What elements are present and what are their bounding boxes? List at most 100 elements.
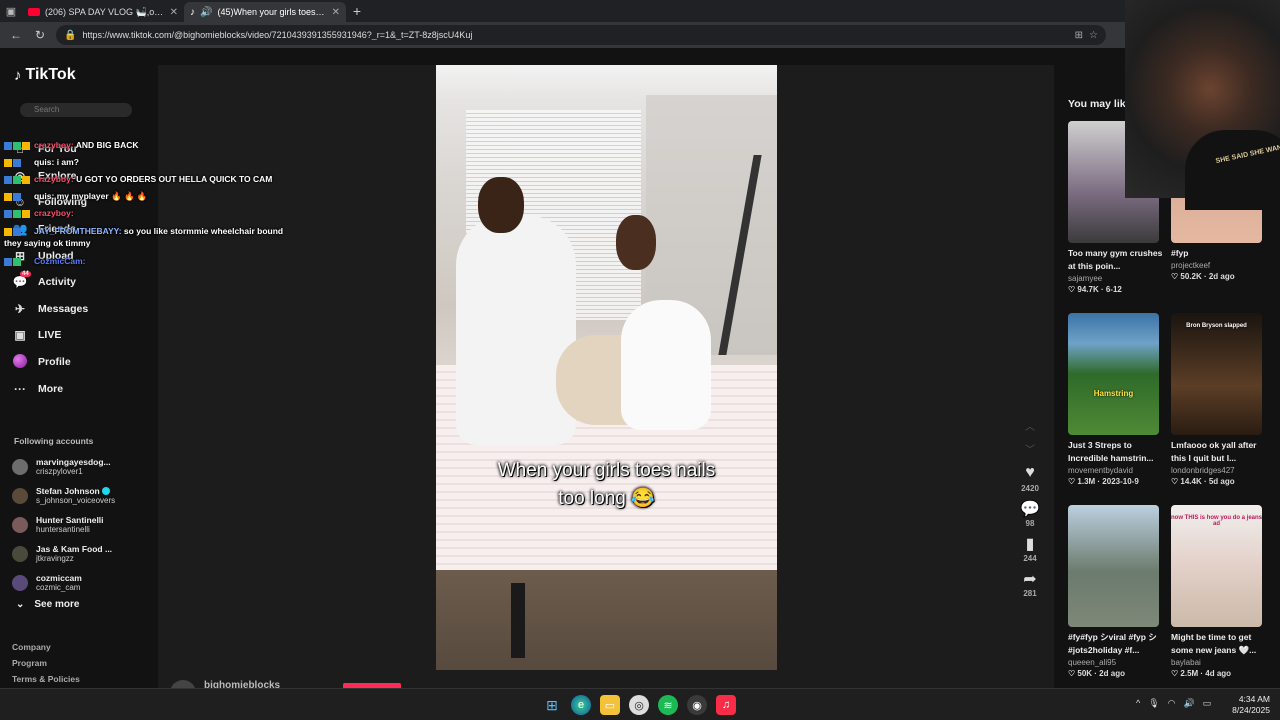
spotify-icon[interactable]: ≋ <box>658 695 678 715</box>
chevron-up-icon[interactable]: ^ <box>1136 698 1140 709</box>
chevron-up-icon[interactable]: ︿ <box>1025 418 1035 433</box>
chat-badge-icon <box>4 226 34 236</box>
new-tab-button[interactable]: + <box>346 3 368 19</box>
list-item[interactable]: Hunter Santinelli huntersantinelli <box>12 510 115 539</box>
sidebar-item-live[interactable]: ▣ LIVE <box>12 322 88 349</box>
share-count: 281 <box>1023 589 1037 598</box>
sidebar-item-profile[interactable]: Profile <box>12 349 88 376</box>
account-name: Stefan Johnson <box>36 486 115 496</box>
list-item[interactable]: marvingayesdog... criszpylover1 <box>12 452 115 481</box>
caption-line: When your girls toes nails <box>497 460 716 481</box>
taskbar-clock[interactable]: 4:34 AM 8/24/2025 <box>1228 694 1270 716</box>
taskbar-apps: ⊞ e ▭ ◎ ≋ ◉ ♫ <box>542 695 736 715</box>
list-item[interactable]: Stefan Johnson s_johnson_voiceovers <box>12 481 115 510</box>
chat-message: crazyboy: <box>4 208 74 218</box>
account-name: cozmiccam <box>36 572 82 583</box>
obs-icon[interactable]: ◉ <box>687 695 707 715</box>
card-title: Too many gym crushes at this poin... <box>1068 248 1163 271</box>
account-username: cozmic_cam <box>36 582 81 592</box>
sidebar-item-messages[interactable]: ✈ Messages <box>12 296 88 323</box>
like-button[interactable]: ♥ 2420 <box>1021 464 1039 493</box>
chat-text: i am? <box>56 157 79 167</box>
list-item[interactable]: cozmiccam cozmic_cam <box>12 568 115 597</box>
save-button[interactable]: ▮ 244 <box>1023 534 1036 563</box>
webcam-shirt: SHE SAID SHE WANT A <box>1185 130 1280 210</box>
like-count: 2420 <box>1021 484 1039 493</box>
avatar <box>12 487 28 504</box>
sidebar-footer: Company Program Terms & Policies <box>12 639 80 687</box>
video-frame-head-left <box>478 177 524 233</box>
avatar <box>12 458 28 475</box>
sidebar-item-activity[interactable]: 💬 44 Activity <box>12 269 88 296</box>
chat-message: crazyboy: AND BIG BACK <box>4 140 139 150</box>
rail-title: You may like <box>1068 98 1132 110</box>
tiktok-logo-icon: ♪ <box>14 66 22 84</box>
reload-icon[interactable]: ↻ <box>32 28 48 42</box>
account-username: huntersantinelli <box>36 524 90 534</box>
tiktok-page: ♪ TikTok Search ⌂ For You ◎ Explore ☺ Fo… <box>0 0 1280 706</box>
comment-button[interactable]: 💬 98 <box>1020 499 1040 528</box>
video-player[interactable]: When your girls toes nails too long 😂 <box>436 65 777 670</box>
chat-text: U GOT YO ORDERS OUT HELLA QUICK TO CAM <box>76 174 273 184</box>
volume-icon[interactable]: 🔊 <box>1184 698 1195 709</box>
account-username: criszpylover1 <box>36 466 83 476</box>
video-card[interactable]: Hamstring Just 3 Streps to Incredible ha… <box>1068 313 1160 486</box>
microphone-icon[interactable]: 🎙 <box>1148 698 1159 709</box>
app-icon[interactable]: ◎ <box>629 695 649 715</box>
chat-message: quis: my myplayer 🔥 🔥 🔥 <box>4 191 148 202</box>
following-accounts-header: Following accounts <box>14 436 94 446</box>
bookmark-star-icon[interactable]: ☆ <box>1089 30 1098 41</box>
footer-link-company[interactable]: Company <box>12 639 80 655</box>
system-tray: ^ 🎙 ◠ 🔊 ▭ <box>1136 698 1211 709</box>
card-username: sajamyee <box>1068 274 1103 283</box>
chevron-down-icon: ⌄ <box>16 599 25 610</box>
card-username: londonbridges427 <box>1171 466 1235 475</box>
speaker-icon[interactable]: 🔊 <box>200 7 212 18</box>
verified-icon <box>102 487 111 496</box>
close-icon[interactable]: ✕ <box>170 7 178 18</box>
browser-tab-youtube[interactable]: (206) SPA DAY VLOG 🛀🏽,on the L ✕ <box>22 2 184 22</box>
shirt-print: SHE SAID SHE WANT A <box>1215 142 1280 166</box>
card-title: #fy#fyp シviral #fyp シ#jots2holiday #f... <box>1068 632 1157 655</box>
video-thumbnail: Hamstring <box>1068 313 1159 435</box>
share-button[interactable]: ➦ 281 <box>1023 569 1036 598</box>
sidebar-item-more[interactable]: ··· More <box>12 375 88 402</box>
browser-tab-tiktok[interactable]: ♪ 🔊 (45)When your girls toes nails ✕ <box>184 2 346 22</box>
tiktok-logo[interactable]: ♪ TikTok <box>14 66 76 84</box>
chat-username: CozmicCam: <box>34 256 86 266</box>
battery-icon[interactable]: ▭ <box>1203 698 1212 709</box>
music-app-icon[interactable]: ♫ <box>716 695 736 715</box>
chat-username: crazyboy: <box>34 140 74 150</box>
list-item[interactable]: Jas & Kam Food ... jtkravingzz <box>12 539 115 568</box>
video-frame-person-right <box>621 300 711 430</box>
account-name-text: Stefan Johnson <box>36 485 100 496</box>
wifi-icon[interactable]: ◠ <box>1168 698 1176 709</box>
video-frame-head-right <box>616 215 656 270</box>
chat-badge-icon <box>4 208 34 218</box>
edge-icon[interactable]: e <box>571 695 591 715</box>
card-title: Just 3 Streps to Incredible hamstrin... <box>1068 440 1154 463</box>
search-input[interactable]: Search <box>20 103 132 117</box>
lock-icon[interactable]: 🔒 <box>64 30 76 41</box>
back-icon[interactable]: ← <box>8 28 24 42</box>
app-install-icon[interactable]: ⊞ <box>1075 30 1083 41</box>
url-field[interactable]: 🔒 https://www.tiktok.com/@bighomieblocks… <box>56 25 1106 45</box>
activity-badge: 44 <box>20 270 31 277</box>
see-more-button[interactable]: ⌄ See more <box>16 599 79 610</box>
windows-start-icon[interactable]: ⊞ <box>542 695 562 715</box>
close-icon[interactable]: ✕ <box>332 7 340 18</box>
video-card[interactable]: #fy#fyp シviral #fyp シ#jots2holiday #f...… <box>1068 505 1160 678</box>
messages-icon: ✈ <box>14 301 26 316</box>
live-icon: ▣ <box>14 328 26 343</box>
video-card[interactable]: Bron Bryson slapped Lmfaooo ok yall afte… <box>1171 313 1263 486</box>
card-meta: ♡ 50K · 2d ago <box>1068 669 1125 678</box>
chat-username: quis: <box>34 157 55 167</box>
thumbnail-text: Hamstring <box>1093 389 1134 398</box>
video-card[interactable]: now THIS is how you do a jeans ad Might … <box>1171 505 1263 678</box>
tab-actions-icon[interactable]: ▣ <box>0 0 22 22</box>
see-more-label: See more <box>34 599 80 610</box>
file-explorer-icon[interactable]: ▭ <box>600 695 620 715</box>
footer-link-program[interactable]: Program <box>12 655 80 671</box>
footer-link-terms[interactable]: Terms & Policies <box>12 671 80 687</box>
chevron-down-icon[interactable]: ﹀ <box>1025 441 1035 456</box>
